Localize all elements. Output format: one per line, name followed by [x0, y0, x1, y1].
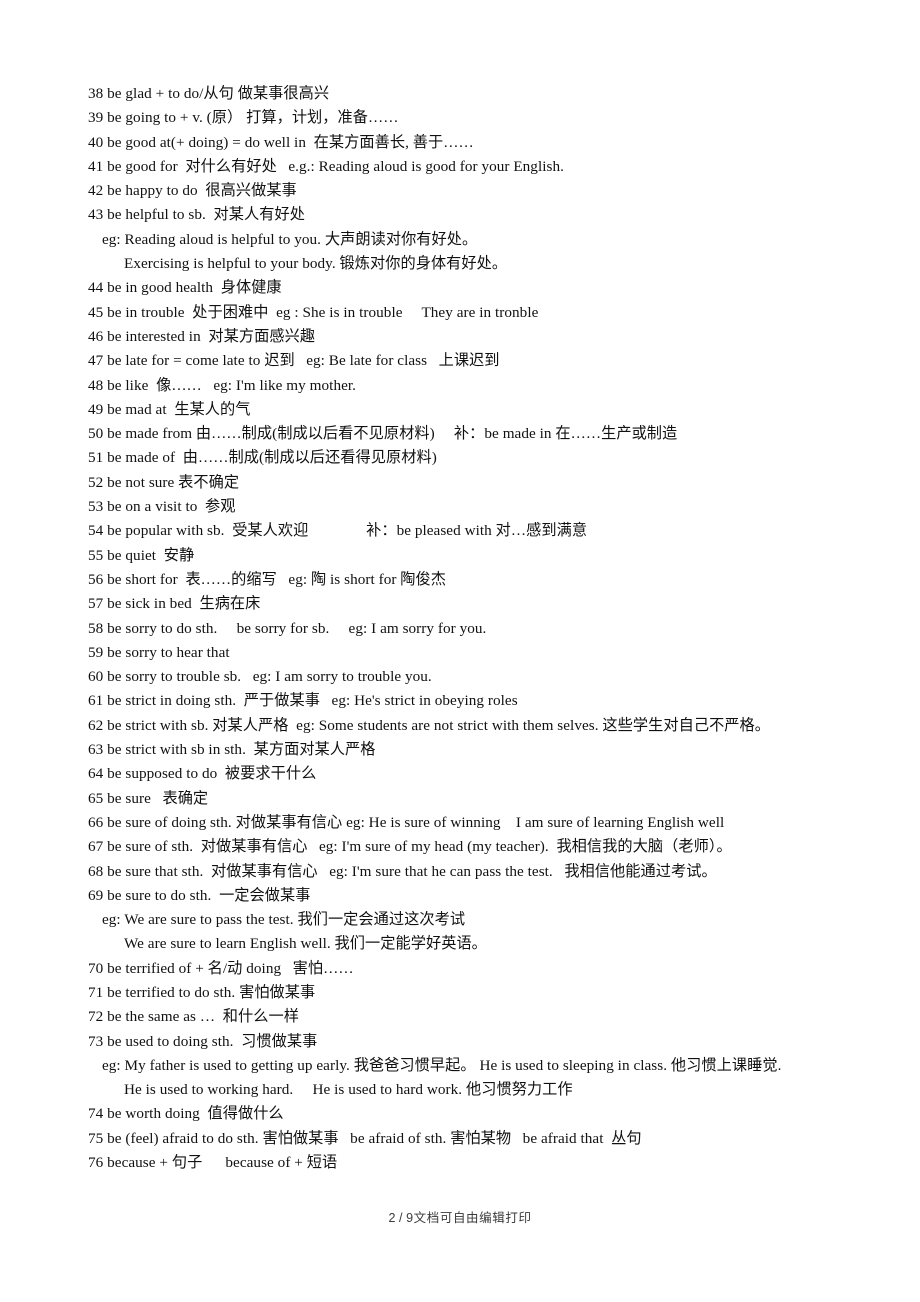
document-line: 52 be not sure 表不确定 [88, 473, 240, 491]
document-line: 47 be late for = come late to 迟到 eg: Be … [88, 352, 500, 370]
document-line: 65 be sure 表确定 [88, 789, 209, 807]
document-line: 56 be short for 表……的缩写 eg: 陶 is short fo… [88, 570, 447, 588]
document-line: Exercising is helpful to your body. 锻炼对你… [124, 255, 508, 273]
page-footer: 2/9文档可自由编辑打印 [0, 1207, 920, 1226]
document-line: 54 be popular with sb. 受某人欢迎 补：be please… [88, 522, 588, 540]
document-line: 75 be (feel) afraid to do sth. 害怕做某事 be … [88, 1129, 642, 1147]
document-line: 60 be sorry to trouble sb. eg: I am sorr… [88, 668, 432, 686]
document-line: 72 be the same as … 和什么一样 [88, 1008, 299, 1026]
footer-page-total: 9 [406, 1211, 414, 1225]
document-line: 62 be strict with sb. 对某人严格 eg: Some stu… [88, 716, 771, 734]
document-line: We are sure to learn English well. 我们一定能… [124, 935, 487, 953]
document-line: 53 be on a visit to 参观 [88, 498, 236, 516]
document-line: 57 be sick in bed 生病在床 [88, 595, 261, 613]
document-line: 70 be terrified of + 名/动 doing 害怕…… [88, 959, 354, 977]
document-line: 50 be made from 由……制成(制成以后看不见原材料) 补：be m… [88, 425, 678, 443]
document-line: 59 be sorry to hear that [88, 643, 230, 661]
document-line: eg: My father is used to getting up earl… [102, 1056, 782, 1074]
document-line: 41 be good for 对什么有好处 e.g.: Reading alou… [88, 157, 564, 175]
document-line: 42 be happy to do 很高兴做某事 [88, 182, 297, 200]
document-line: eg: Reading aloud is helpful to you. 大声朗… [102, 230, 478, 248]
footer-page-number: 2 [388, 1211, 396, 1225]
document-line: 58 be sorry to do sth. be sorry for sb. … [88, 619, 487, 637]
document-line: 61 be strict in doing sth. 严于做某事 eg: He'… [88, 692, 518, 710]
footer-note: 文档可自由编辑打印 [413, 1211, 532, 1225]
document-line: 64 be supposed to do 被要求干什么 [88, 765, 317, 783]
document-text-body: 38 be glad + to do/从句 做某事很高兴 39 be going … [88, 82, 848, 1175]
document-line: 39 be going to + v. (原） 打算，计划，准备…… [88, 109, 399, 127]
document-line: eg: We are sure to pass the test. 我们一定会通… [102, 911, 466, 929]
document-line: 74 be worth doing 值得做什么 [88, 1105, 284, 1123]
document-line: 55 be quiet 安静 [88, 546, 195, 564]
document-line: 73 be used to doing sth. 习惯做某事 [88, 1032, 318, 1050]
document-line: 44 be in good health 身体健康 [88, 279, 282, 297]
document-line: 51 be made of 由……制成(制成以后还看得见原材料) [88, 449, 437, 467]
document-line: 66 be sure of doing sth. 对做某事有信心 eg: He … [88, 813, 725, 831]
document-line: He is used to working hard. He is used t… [124, 1081, 573, 1099]
document-line: 68 be sure that sth. 对做某事有信心 eg: I'm sur… [88, 862, 717, 880]
document-line: 45 be in trouble 处于困难中 eg : She is in tr… [88, 303, 539, 321]
document-line: 71 be terrified to do sth. 害怕做某事 [88, 983, 316, 1001]
footer-page-separator: / [399, 1211, 404, 1225]
document-line: 49 be mad at 生某人的气 [88, 400, 251, 418]
document-line: 69 be sure to do sth. 一定会做某事 [88, 886, 311, 904]
document-line: 40 be good at(+ doing) = do well in 在某方面… [88, 133, 474, 151]
document-line: 76 because + 句子 because of + 短语 [88, 1154, 338, 1172]
document-line: 38 be glad + to do/从句 做某事很高兴 [88, 85, 330, 102]
document-line: 67 be sure of sth. 对做某事有信心 eg: I'm sure … [88, 838, 732, 856]
document-line: 46 be interested in 对某方面感兴趣 [88, 327, 316, 345]
document-line: 63 be strict with sb in sth. 某方面对某人严格 [88, 741, 376, 759]
document-page: 38 be glad + to do/从句 做某事很高兴 39 be going … [0, 0, 920, 1302]
document-line: 43 be helpful to sb. 对某人有好处 [88, 206, 305, 224]
document-line: 48 be like 像…… eg: I'm like my mother. [88, 376, 356, 394]
